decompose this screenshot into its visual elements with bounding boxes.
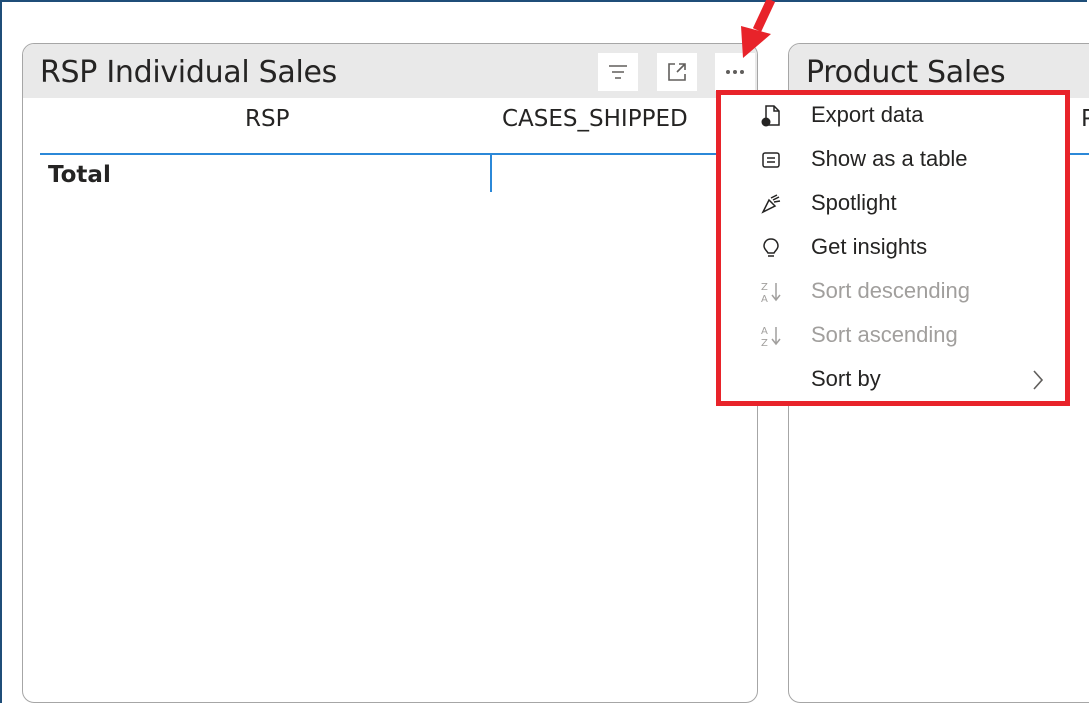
column-header-divider: [40, 153, 720, 155]
focus-mode-button[interactable]: [657, 53, 697, 91]
svg-text:Z: Z: [761, 282, 768, 293]
menu-item-label: Export data: [811, 102, 924, 127]
svg-text:Z: Z: [761, 338, 768, 349]
menu-item-spotlight[interactable]: Spotlight: [721, 183, 1065, 227]
svg-text:A: A: [761, 326, 768, 337]
column-header-rsp[interactable]: RSP: [245, 106, 289, 132]
sort-ascending-icon: A Z: [758, 323, 784, 349]
sort-descending-icon: Z A: [758, 279, 784, 305]
total-row-label: Total: [48, 162, 111, 188]
annotation-arrow-icon: [741, 0, 776, 58]
more-options-icon: [726, 70, 744, 74]
focus-mode-icon: [668, 63, 686, 81]
menu-item-label: Sort ascending: [811, 322, 958, 347]
more-options-menu: Export data Show as a table Spotlight Ge…: [716, 90, 1070, 406]
rsp-individual-sales-visual[interactable]: RSP Individual Sales RSP CASES_SHIPPED T…: [22, 43, 758, 703]
menu-item-label: Sort descending: [811, 278, 970, 303]
menu-item-sort-ascending: A Z Sort ascending: [721, 315, 1065, 359]
spotlight-icon: [758, 191, 784, 217]
show-table-icon: [758, 147, 784, 173]
svg-text:A: A: [761, 294, 768, 305]
menu-item-sort-descending: Z A Sort descending: [721, 271, 1065, 315]
menu-item-sort-by[interactable]: Sort by: [721, 359, 1065, 403]
menu-item-label: Spotlight: [811, 190, 897, 215]
menu-item-show-as-table[interactable]: Show as a table: [721, 139, 1065, 183]
column-separator: [490, 154, 492, 192]
filter-button[interactable]: [598, 53, 638, 91]
menu-item-label: Show as a table: [811, 146, 968, 171]
column-header-cases-shipped[interactable]: CASES_SHIPPED: [502, 106, 688, 132]
menu-item-export-data[interactable]: Export data: [721, 95, 1065, 139]
menu-item-label: Sort by: [811, 366, 881, 391]
filter-icon: [609, 65, 627, 79]
column-header-partial[interactable]: P: [1081, 106, 1089, 132]
visual-title: RSP Individual Sales: [40, 55, 338, 90]
visual-title: Product Sales: [806, 55, 1006, 90]
menu-item-label: Get insights: [811, 234, 928, 259]
visual-header: RSP Individual Sales: [23, 44, 757, 98]
lightbulb-icon: [758, 235, 784, 261]
export-data-icon: [758, 103, 784, 129]
chevron-right-icon: [1031, 369, 1045, 396]
menu-item-get-insights[interactable]: Get insights: [721, 227, 1065, 271]
